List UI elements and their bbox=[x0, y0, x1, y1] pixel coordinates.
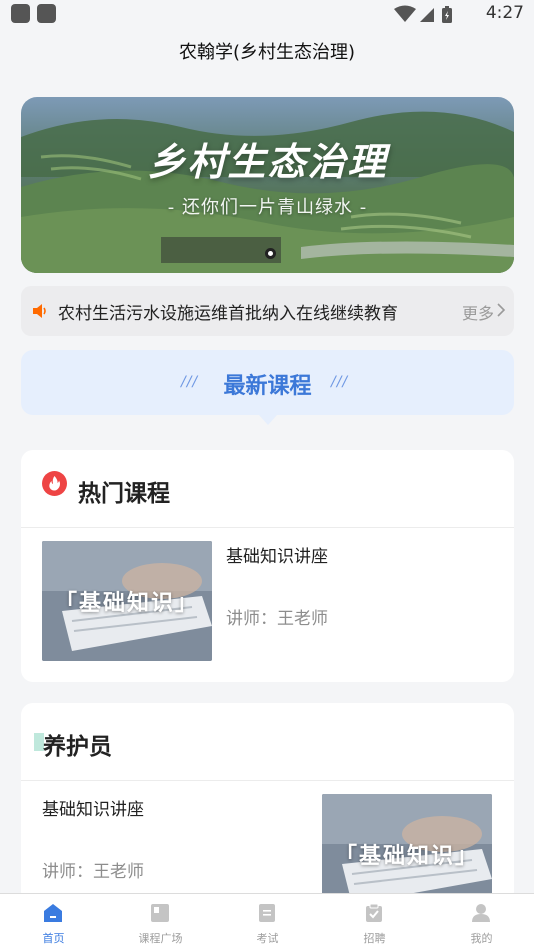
banner-carousel[interactable]: 乡村生态治理 - 还你们一片青山绿水 - bbox=[21, 97, 514, 273]
tab-recruit[interactable]: 招聘 bbox=[321, 894, 428, 950]
banner-title: 乡村生态治理 bbox=[147, 140, 388, 184]
latest-courses-header[interactable]: /// 最新课程 /// bbox=[21, 350, 514, 415]
notification-icon bbox=[37, 4, 56, 23]
notification-icon bbox=[11, 4, 30, 23]
latest-pointer bbox=[259, 415, 277, 425]
tab-label: 课程广场 bbox=[138, 932, 183, 945]
latest-decoration-right: /// bbox=[331, 374, 349, 390]
hot-courses-title: 热门课程 bbox=[78, 481, 170, 507]
course-thumbnail[interactable]: 「基础知识」 bbox=[322, 794, 492, 903]
thumbnail-caption: 「基础知识」 bbox=[54, 591, 199, 616]
exam-icon bbox=[259, 904, 275, 922]
course-title[interactable]: 基础知识讲座 bbox=[42, 795, 144, 820]
tab-label: 首页 bbox=[42, 932, 65, 945]
notice-bar[interactable]: 农村生活污水设施运维首批纳入在线继续教育 更多 bbox=[21, 286, 514, 336]
tab-profile[interactable]: 我的 bbox=[428, 894, 534, 950]
status-bar: 4:27 bbox=[0, 0, 534, 28]
home-icon bbox=[44, 904, 62, 922]
course-square-icon bbox=[151, 904, 169, 922]
carousel-indicator[interactable] bbox=[265, 248, 276, 259]
keeper-courses-header: 养护员 bbox=[21, 703, 514, 781]
page-title: 农翰学(乡村生态治理) bbox=[178, 42, 356, 63]
speaker-icon bbox=[33, 304, 46, 318]
tab-course-square[interactable]: 课程广场 bbox=[107, 894, 214, 950]
course-item[interactable]: 基础知识讲座 讲师：王老师 「基础知识」 bbox=[21, 782, 514, 903]
tab-label: 我的 bbox=[470, 932, 493, 945]
recruit-icon bbox=[366, 903, 382, 922]
course-title[interactable]: 基础知识讲座 bbox=[226, 542, 328, 567]
signal-battery-icon bbox=[394, 5, 452, 23]
fire-icon bbox=[42, 471, 67, 496]
course-teacher: 讲师：王老师 bbox=[226, 609, 328, 629]
banner-subtitle: - 还你们一片青山绿水 - bbox=[167, 197, 368, 218]
tab-label: 招聘 bbox=[363, 932, 386, 945]
tab-label: 考试 bbox=[256, 932, 279, 945]
tab-home[interactable]: 首页 bbox=[0, 894, 107, 950]
clock: 4:27 bbox=[485, 3, 524, 23]
keeper-courses-title: 养护员 bbox=[43, 734, 112, 760]
keeper-courses-card: 养护员 基础知识讲座 讲师：王老师 「基础知识」 bbox=[21, 703, 514, 903]
chevron-right-icon[interactable] bbox=[496, 302, 506, 318]
hot-courses-card: 热门课程 「基础知识」 基础知识讲座 讲师：王老师 bbox=[21, 450, 514, 682]
notice-text[interactable]: 农村生活污水设施运维首批纳入在线继续教育 bbox=[58, 299, 436, 324]
course-item[interactable]: 「基础知识」 基础知识讲座 讲师：王老师 bbox=[21, 529, 514, 679]
thumbnail-caption: 「基础知识」 bbox=[334, 844, 479, 869]
tab-exam[interactable]: 考试 bbox=[214, 894, 321, 950]
course-teacher: 讲师：王老师 bbox=[42, 862, 144, 882]
latest-courses-title: 最新课程 bbox=[223, 374, 312, 399]
bottom-tab-bar: 首页 课程广场 考试 招聘 我的 bbox=[0, 893, 534, 950]
profile-icon bbox=[472, 904, 490, 922]
notice-more-link[interactable]: 更多 bbox=[462, 300, 494, 324]
course-thumbnail[interactable]: 「基础知识」 bbox=[42, 541, 212, 661]
hot-courses-header: 热门课程 bbox=[21, 450, 514, 528]
